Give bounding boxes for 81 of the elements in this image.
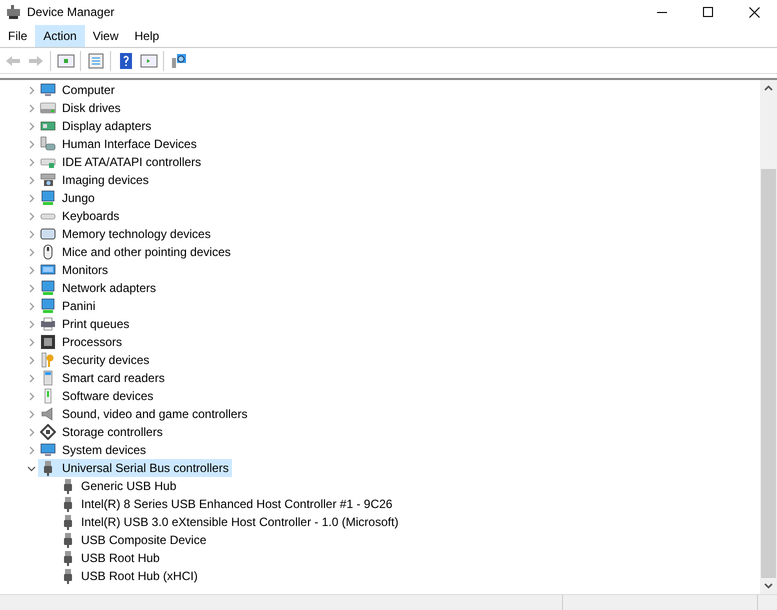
tree-item[interactable]: Smart card readers xyxy=(38,369,168,387)
network-icon xyxy=(40,190,56,206)
tree-item[interactable]: Computer xyxy=(38,81,118,99)
menu-item[interactable]: Action xyxy=(35,24,85,46)
chevron-right-icon[interactable] xyxy=(26,446,36,454)
chevron-right-icon[interactable] xyxy=(26,158,36,166)
chevron-right-icon[interactable] xyxy=(26,392,36,400)
chevron-right-icon[interactable] xyxy=(26,212,36,220)
chevron-right-icon[interactable] xyxy=(26,176,36,184)
storage-icon xyxy=(40,424,56,440)
chevron-right-icon[interactable] xyxy=(26,338,36,346)
tree-item[interactable]: Human Interface Devices xyxy=(38,135,200,153)
chevron-right-icon[interactable] xyxy=(26,374,36,382)
tree-item[interactable]: Disk drives xyxy=(38,99,124,117)
scroll-thumb[interactable] xyxy=(761,169,776,578)
device-manager-icon xyxy=(6,4,22,20)
drive-icon xyxy=(40,100,56,116)
usb-plug-icon xyxy=(62,478,74,494)
tree-item[interactable]: Software devices xyxy=(38,387,156,405)
chevron-right-icon[interactable] xyxy=(26,302,36,310)
usb-plug-icon xyxy=(62,532,74,548)
tree-item[interactable]: Mice and other pointing devices xyxy=(38,243,234,261)
chip-icon xyxy=(40,334,56,350)
tree-item[interactable]: USB Root Hub xyxy=(62,549,163,567)
tree-item[interactable]: Intel(R) 8 Series USB Enhanced Host Controller #1 - 9C26 xyxy=(62,495,396,513)
chevron-down-icon[interactable] xyxy=(26,464,36,472)
maximize-icon[interactable] xyxy=(703,7,713,17)
chevron-right-icon[interactable] xyxy=(26,266,36,274)
network-icon xyxy=(40,298,56,314)
tree-item[interactable]: Generic USB Hub xyxy=(62,477,180,495)
tree-item[interactable]: Panini xyxy=(38,297,98,315)
tree-item[interactable]: Display adapters xyxy=(38,117,154,135)
memory-icon xyxy=(40,226,56,242)
chevron-right-icon[interactable] xyxy=(26,284,36,292)
menu-item[interactable]: Help xyxy=(126,24,168,46)
tree-item[interactable]: USB Root Hub (xHCI) xyxy=(62,567,201,585)
tree-item[interactable]: Intel(R) USB 3.0 eXtensible Host Controller - 1.0 (Microsoft) xyxy=(62,513,402,531)
usb-plug-icon xyxy=(62,550,74,566)
tree-item[interactable]: Jungo xyxy=(38,189,98,207)
chevron-right-icon[interactable] xyxy=(26,104,36,112)
tree-item[interactable]: Memory technology devices xyxy=(38,225,214,243)
chevron-right-icon[interactable] xyxy=(26,410,36,418)
tree-item[interactable]: USB Composite Device xyxy=(62,531,210,549)
monitor-icon xyxy=(40,82,56,98)
tree-item[interactable]: Monitors xyxy=(38,261,112,279)
tree-item[interactable]: System devices xyxy=(38,441,150,459)
chevron-right-icon[interactable] xyxy=(26,320,36,328)
scroll-down-icon[interactable] xyxy=(764,583,773,589)
window-title: Device Manager xyxy=(27,4,114,21)
usb-plug-icon xyxy=(62,568,74,584)
scrollbar[interactable] xyxy=(760,80,777,594)
gamepad-icon xyxy=(40,136,56,152)
tree-item[interactable]: Print queues xyxy=(38,315,132,333)
menu-item[interactable]: View xyxy=(84,24,126,46)
tree-item[interactable]: Network adapters xyxy=(38,279,160,297)
chevron-right-icon[interactable] xyxy=(26,230,36,238)
chevron-right-icon[interactable] xyxy=(26,140,36,148)
chevron-right-icon[interactable] xyxy=(26,428,36,436)
tree-item[interactable]: Sound, video and game controllers xyxy=(38,405,250,423)
chevron-right-icon[interactable] xyxy=(26,248,36,256)
key-icon xyxy=(40,352,56,368)
tree-item[interactable]: Processors xyxy=(38,333,126,351)
tree-item[interactable]: Imaging devices xyxy=(38,171,152,189)
chevron-right-icon[interactable] xyxy=(26,86,36,94)
tree-item[interactable]: Security devices xyxy=(38,351,152,369)
chevron-right-icon[interactable] xyxy=(26,356,36,364)
monitor-icon xyxy=(40,442,56,458)
tree-item[interactable]: Storage controllers xyxy=(38,423,166,441)
tree-item[interactable]: Keyboards xyxy=(38,207,122,225)
menu-item[interactable]: File xyxy=(0,24,36,46)
tree-item[interactable]: IDE ATA/ATAPI controllers xyxy=(38,153,204,171)
chevron-right-icon[interactable] xyxy=(26,122,36,130)
scroll-up-icon[interactable] xyxy=(764,85,773,91)
tree-item[interactable]: Universal Serial Bus controllers xyxy=(38,459,232,477)
usb-plug-icon xyxy=(62,496,74,512)
printer-icon xyxy=(40,316,56,332)
camera-icon xyxy=(40,172,56,188)
network-icon xyxy=(40,280,56,296)
close-icon[interactable] xyxy=(748,6,760,18)
chevron-right-icon[interactable] xyxy=(26,194,36,202)
usb-plug-icon xyxy=(62,514,74,530)
